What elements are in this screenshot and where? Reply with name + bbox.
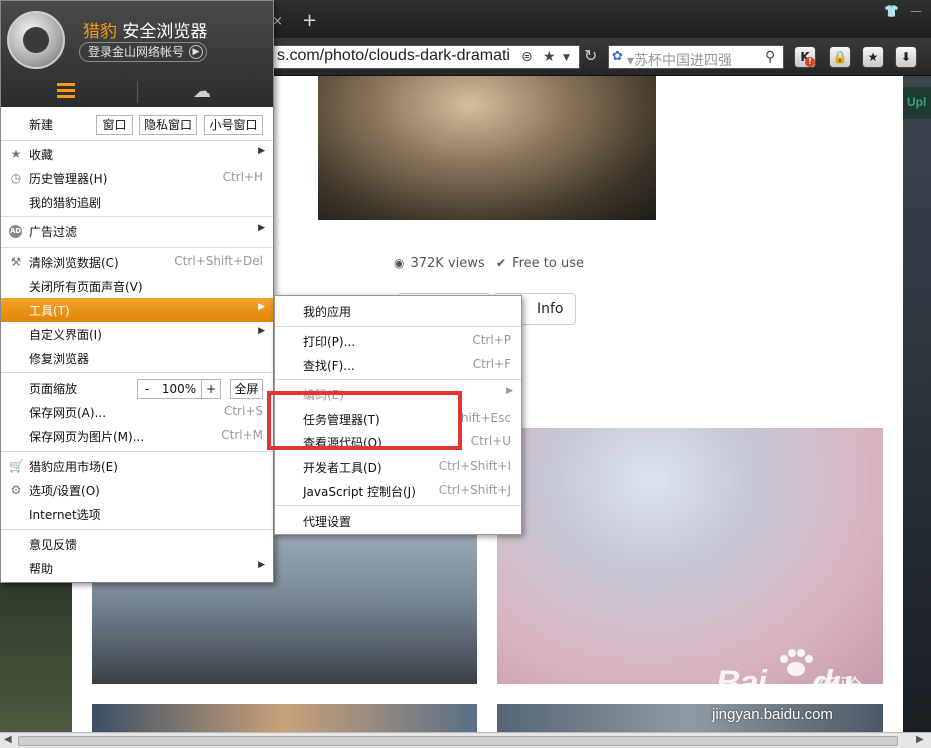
fullscreen-button[interactable]: 全屏: [230, 379, 263, 399]
upload-button[interactable]: Upl: [903, 87, 931, 119]
menu-item-feedback[interactable]: 意见反馈: [1, 532, 273, 556]
right-background-strip: [903, 76, 931, 732]
separator: [1, 451, 273, 452]
separator: [1, 529, 273, 530]
main-menu: 猎豹 安全浏览器 登录金山网络帐号 ▶ ☁ 新建 窗口 隐私窗口 小号窗口 ★ 收…: [0, 0, 274, 583]
download-icon[interactable]: ⬇: [895, 46, 917, 68]
scroll-left-icon[interactable]: ◀: [4, 734, 12, 745]
separator: [275, 505, 521, 506]
separator: [1, 372, 273, 373]
views-count: ◉ 372K views: [394, 256, 485, 271]
zoom-level: 100%: [156, 379, 202, 399]
skin-icon[interactable]: 👕: [884, 4, 899, 18]
tab-divider: [137, 81, 138, 103]
submenu-item-js-console[interactable]: JavaScript 控制台(J) Ctrl+Shift+J: [275, 479, 521, 503]
separator: [1, 247, 273, 248]
related-photo[interactable]: [92, 704, 477, 732]
separator: [275, 379, 521, 380]
search-box[interactable]: ✿ ▾苏杯中国进四强 ⚲: [608, 45, 784, 69]
refresh-icon[interactable]: ↻: [584, 46, 597, 65]
menu-item-internet-options[interactable]: Internet选项: [1, 502, 273, 526]
lock-icon[interactable]: 🔒: [829, 46, 851, 68]
menu-item-customize[interactable]: 自定义界面(I) ▶: [1, 322, 273, 346]
menu-item-options[interactable]: ⚙ 选项/设置(O): [1, 478, 273, 502]
favorite-star-icon[interactable]: ★: [862, 46, 884, 68]
arrow-right-icon: ▶: [258, 146, 265, 156]
arrow-right-icon: ▶: [258, 223, 265, 233]
clock-icon: ◷: [10, 171, 22, 185]
zoom-in-button[interactable]: +: [201, 379, 221, 399]
arrow-right-icon: ▶: [506, 386, 513, 396]
logo-inner: [23, 27, 49, 53]
menu-item-help[interactable]: 帮助 ▶: [1, 556, 273, 580]
address-bar[interactable]: s.com/photo/clouds-dark-dramati ⊜ ★ ▼: [270, 45, 580, 69]
menu-item-mute-all[interactable]: 关闭所有页面声音(V): [1, 274, 273, 298]
cheetah-logo-icon: [7, 11, 65, 69]
menu-item-adblock[interactable]: AD 广告过滤 ▶: [1, 219, 273, 243]
minimize-icon[interactable]: —: [910, 4, 922, 18]
menu-tab-icon[interactable]: [57, 83, 75, 99]
star-icon: ★: [10, 147, 22, 161]
submenu-item-dev-tools[interactable]: 开发者工具(D) Ctrl+Shift+I: [275, 455, 521, 479]
search-text[interactable]: ▾苏杯中国进四强: [627, 50, 732, 70]
baidu-paw-icon[interactable]: ✿: [612, 49, 623, 64]
private-window-button[interactable]: 隐私窗口: [139, 115, 197, 135]
separator: [1, 216, 273, 217]
submenu-item-find[interactable]: 查找(F)... Ctrl+F: [275, 353, 521, 377]
dropdown-icon[interactable]: ▼: [563, 53, 570, 63]
separator: [1, 140, 273, 141]
arrow-right-icon: ▶: [258, 326, 265, 336]
menu-item-new: 新建 窗口 隐私窗口 小号窗口: [1, 112, 273, 136]
highlight-box: [267, 391, 462, 450]
eye-icon: ◉: [394, 256, 405, 270]
menu-item-favorites[interactable]: ★ 收藏 ▶: [1, 142, 273, 166]
gear-icon: ⚙: [10, 483, 22, 497]
notification-badge: !: [805, 57, 815, 67]
cloud-upload-icon[interactable]: ☁: [193, 81, 211, 102]
scroll-right-icon[interactable]: ▶: [916, 734, 924, 745]
watermark-url: jingyan.baidu.com: [712, 706, 833, 723]
watermark-jingyan: 经验: [818, 676, 863, 701]
submenu-item-proxy[interactable]: 代理设置: [275, 509, 521, 533]
menu-item-save-page[interactable]: 保存网页(A)... Ctrl+S: [1, 400, 273, 424]
menu-item-tools[interactable]: 工具(T) ▶: [1, 298, 273, 322]
menu-item-history[interactable]: ◷ 历史管理器(H) Ctrl+H: [1, 166, 273, 190]
scrollbar-thumb[interactable]: [18, 736, 898, 746]
cart-icon: 🛒: [9, 459, 24, 473]
broom-icon: ⚒: [10, 255, 22, 269]
main-photo: [318, 76, 656, 220]
arrow-right-icon: ▶: [258, 302, 265, 312]
related-photo[interactable]: [497, 428, 883, 684]
menu-header: 猎豹 安全浏览器 登录金山网络帐号 ▶ ☁: [1, 1, 273, 107]
brand-title: 猎豹 安全浏览器: [83, 22, 208, 42]
license-label: ✔ Free to use: [496, 256, 584, 271]
new-window-button[interactable]: 窗口: [96, 115, 133, 135]
small-window-button[interactable]: 小号窗口: [204, 115, 263, 135]
search-icon[interactable]: ⚲: [765, 49, 775, 65]
menu-item-zoom: 页面缩放 - 100% + 全屏: [1, 376, 273, 400]
login-button[interactable]: 登录金山网络帐号 ▶: [79, 42, 207, 62]
address-url[interactable]: s.com/photo/clouds-dark-dramati: [277, 47, 517, 65]
zoom-out-button[interactable]: -: [137, 379, 157, 399]
menu-item-my-follow[interactable]: 我的猎豹追剧: [1, 190, 273, 214]
leaf-background: [0, 584, 72, 732]
ad-icon: AD: [9, 225, 22, 238]
arrow-right-icon: ▶: [258, 560, 265, 570]
menu-item-repair[interactable]: 修复浏览器: [1, 346, 273, 370]
submenu-item-print[interactable]: 打印(P)... Ctrl+P: [275, 329, 521, 353]
check-circle-icon: ✔: [496, 256, 507, 270]
menu-item-clear-data[interactable]: ⚒ 清除浏览数据(C) Ctrl+Shift+Del: [1, 250, 273, 274]
menu-item-app-market[interactable]: 🛒 猎豹应用市场(E): [1, 454, 273, 478]
submenu-item-my-apps[interactable]: 我的应用: [275, 299, 521, 323]
horizontal-scrollbar[interactable]: ◀ ▶: [0, 732, 931, 748]
menu-item-save-as-image[interactable]: 保存网页为图片(M)... Ctrl+M: [1, 424, 273, 448]
star-icon[interactable]: ★: [543, 49, 556, 65]
new-tab-button[interactable]: +: [302, 12, 317, 30]
chevron-right-icon: ▶: [189, 45, 203, 59]
separator: [275, 326, 521, 327]
compat-mode-icon[interactable]: ⊜: [521, 49, 533, 65]
